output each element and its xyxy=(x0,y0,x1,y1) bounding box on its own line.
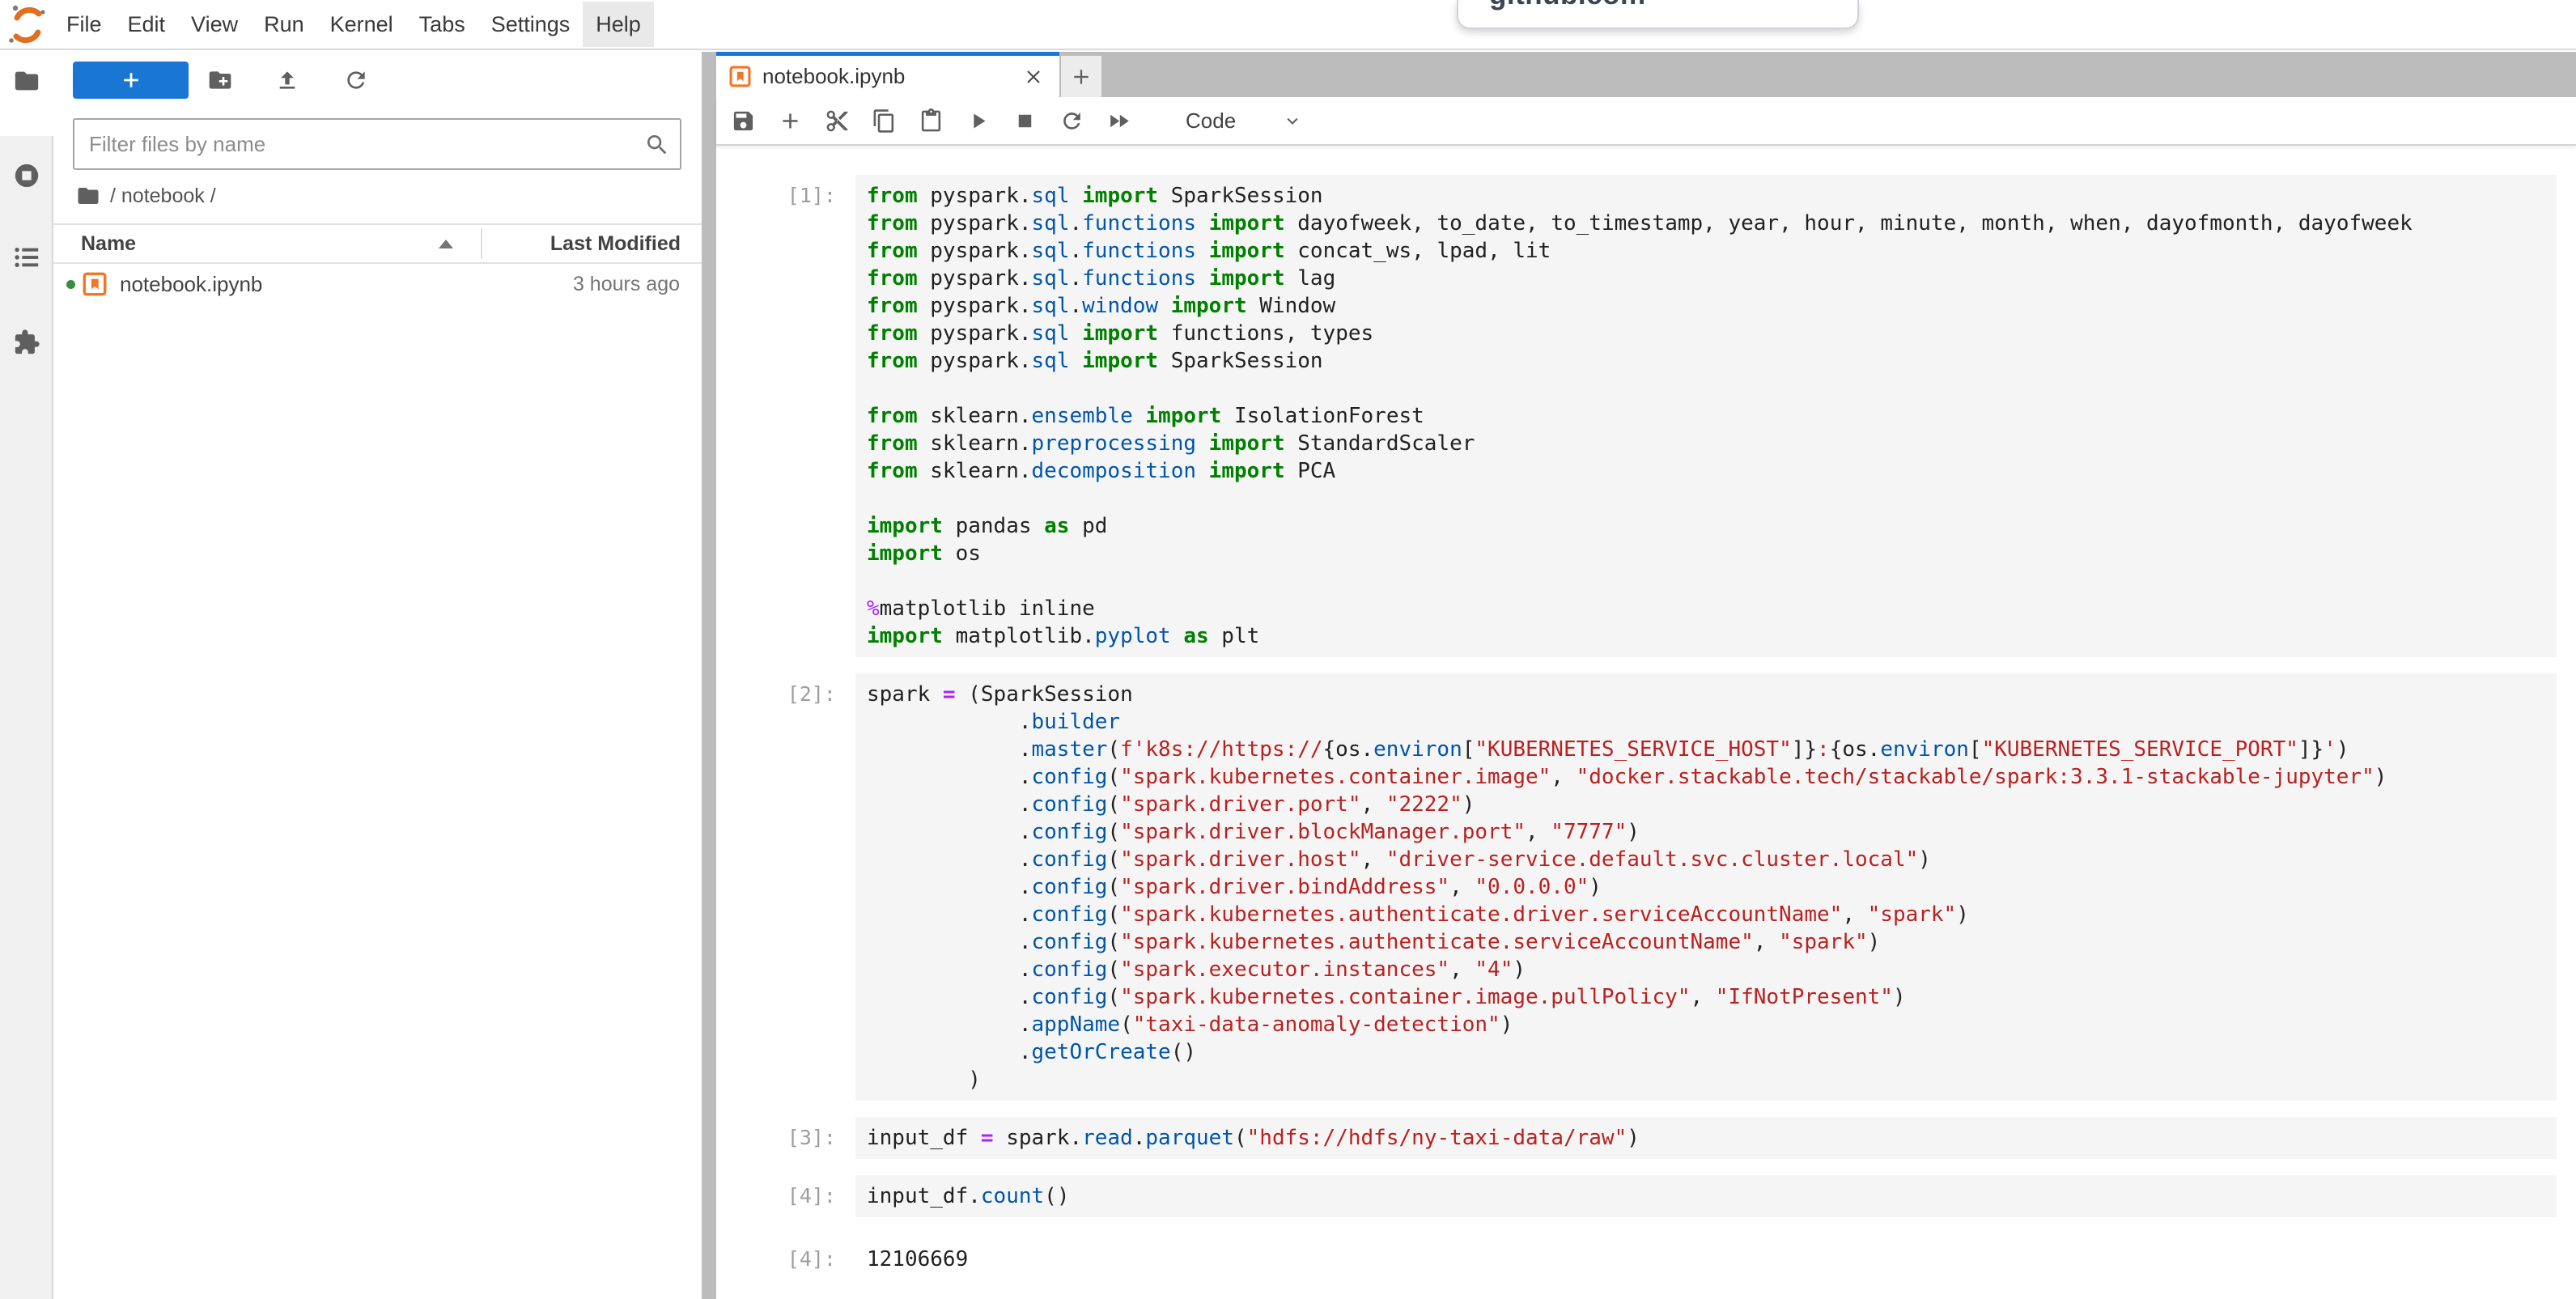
file-browser-panel: / notebook / Name Last Modified xyxy=(53,52,702,1299)
github-popup: github.com xyxy=(1457,0,1859,29)
home-folder-icon[interactable] xyxy=(76,184,100,208)
cell-type-dropdown[interactable]: Code xyxy=(1186,108,1304,134)
new-tab-button[interactable] xyxy=(1061,56,1101,97)
new-folder-button[interactable] xyxy=(207,67,233,93)
cell-output: [4]:12106669 xyxy=(716,1238,2576,1280)
close-tab-icon[interactable] xyxy=(1022,66,1045,88)
run-cell-button[interactable] xyxy=(965,108,991,134)
save-button[interactable] xyxy=(731,108,756,134)
cell-editor[interactable]: spark = (SparkSession .builder .master(f… xyxy=(855,673,2557,1101)
menu-kernel[interactable]: Kernel xyxy=(317,2,406,47)
cut-cells-button[interactable] xyxy=(825,108,850,134)
extensions-icon[interactable] xyxy=(13,329,40,356)
running-kernel-dot xyxy=(66,280,75,289)
menu-settings[interactable]: Settings xyxy=(478,2,584,47)
upload-button[interactable] xyxy=(274,67,300,93)
stackable-logo-icon xyxy=(6,4,49,46)
menu-view[interactable]: View xyxy=(178,2,251,47)
insert-cell-button[interactable] xyxy=(778,108,803,134)
output-text: 12106669 xyxy=(855,1238,2557,1280)
sort-ascending-icon xyxy=(439,240,453,248)
breadcrumb-path: / notebook / xyxy=(110,185,216,208)
input-prompt: [4]: xyxy=(716,1175,855,1217)
activity-bar xyxy=(0,52,53,1299)
input-prompt: [3]: xyxy=(716,1117,855,1159)
code-cell: [4]:input_df.count() xyxy=(716,1175,2576,1217)
menu-file[interactable]: File xyxy=(53,2,115,47)
filter-files-input[interactable] xyxy=(74,120,680,168)
paste-cells-button[interactable] xyxy=(919,108,944,134)
table-of-contents-icon[interactable] xyxy=(13,244,40,271)
column-header-modified[interactable]: Last Modified xyxy=(550,225,681,262)
file-modified: 3 hours ago xyxy=(573,264,680,304)
jupyterlab-window: FileEditViewRunKernelTabsSettingsHelp gi… xyxy=(0,0,2576,1299)
output-prompt: [4]: xyxy=(716,1238,855,1280)
plus-icon xyxy=(119,68,143,92)
copy-cells-button[interactable] xyxy=(872,108,897,134)
menu-tabs[interactable]: Tabs xyxy=(406,2,478,47)
column-header-name[interactable]: Name xyxy=(81,225,136,262)
cell-editor[interactable]: input_df = spark.read.parquet("hdfs://hd… xyxy=(855,1117,2557,1159)
cell-editor[interactable]: input_df.count() xyxy=(855,1175,2557,1217)
notebook-tab-icon xyxy=(729,66,751,87)
chevron-down-icon xyxy=(1281,109,1304,132)
input-prompt: [2]: xyxy=(716,673,855,1101)
new-launcher-button[interactable] xyxy=(73,62,189,99)
notebook-panel: notebook.ipynb xyxy=(716,52,2576,1299)
menu-items: FileEditViewRunKernelTabsSettingsHelp xyxy=(53,0,654,49)
column-divider xyxy=(481,228,482,259)
interrupt-kernel-button[interactable] xyxy=(1012,108,1038,134)
restart-kernel-button[interactable] xyxy=(1059,108,1084,134)
plus-icon xyxy=(1069,65,1093,89)
input-prompt: [1]: xyxy=(716,175,855,657)
file-listing: notebook.ipynb 3 hours ago xyxy=(53,264,702,304)
code-cell: [2]:spark = (SparkSession .builder .mast… xyxy=(716,673,2576,1101)
github-popup-text: github.com xyxy=(1489,0,1646,11)
file-browser-icon[interactable] xyxy=(13,67,40,95)
cell-type-value: Code xyxy=(1186,108,1236,134)
code-cell: [1]:from pyspark.sql import SparkSession… xyxy=(716,175,2576,657)
plus-icon xyxy=(778,108,803,134)
running-sessions-icon[interactable] xyxy=(13,162,40,189)
menu-run[interactable]: Run xyxy=(251,2,317,47)
menu-bar: FileEditViewRunKernelTabsSettingsHelp xyxy=(0,0,2576,50)
notebook-content: [1]:from pyspark.sql import SparkSession… xyxy=(716,146,2576,1299)
search-icon xyxy=(644,132,670,158)
file-name: notebook.ipynb xyxy=(120,264,262,304)
code-cell: [3]:input_df = spark.read.parquet("hdfs:… xyxy=(716,1117,2576,1159)
refresh-files-button[interactable] xyxy=(343,67,369,93)
notebook-tab[interactable]: notebook.ipynb xyxy=(716,52,1059,97)
file-row[interactable]: notebook.ipynb 3 hours ago xyxy=(53,264,702,304)
sidebar-splitter[interactable] xyxy=(702,52,716,1299)
menu-help[interactable]: Help xyxy=(583,2,654,47)
breadcrumb[interactable]: / notebook / xyxy=(76,181,216,210)
restart-run-all-button[interactable] xyxy=(1106,108,1131,134)
cell-editor[interactable]: from pyspark.sql import SparkSessionfrom… xyxy=(855,175,2557,657)
filter-files-box xyxy=(73,118,681,170)
notebook-tab-title: notebook.ipynb xyxy=(762,64,905,89)
dock-tab-bar: notebook.ipynb xyxy=(716,52,2576,97)
notebook-toolbar: Code xyxy=(716,97,2576,146)
file-listing-header: Name Last Modified xyxy=(53,223,702,264)
notebook-file-icon xyxy=(83,272,107,296)
menu-edit[interactable]: Edit xyxy=(115,2,179,47)
